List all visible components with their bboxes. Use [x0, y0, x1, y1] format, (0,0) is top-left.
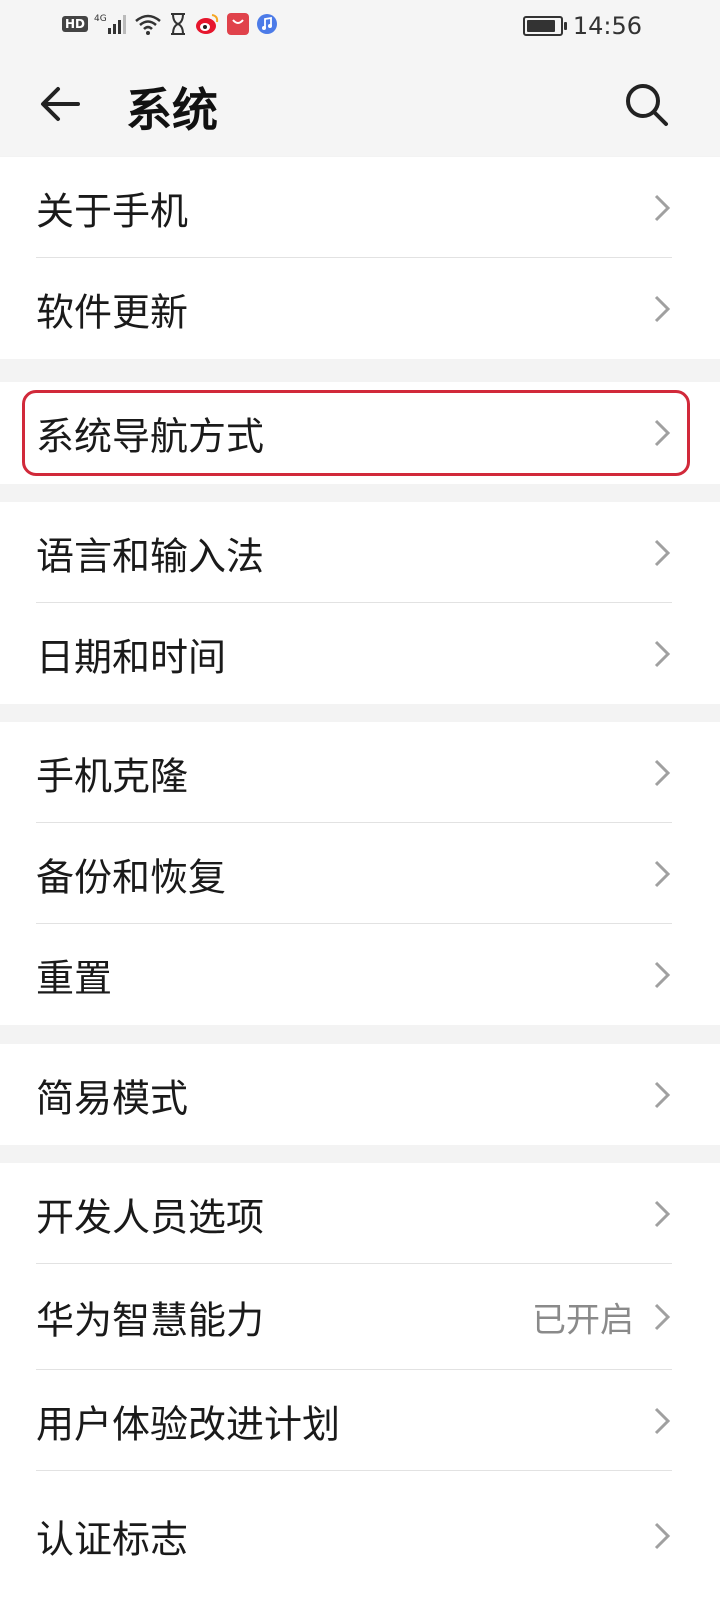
row-label: 认证标志: [36, 1517, 189, 1561]
4g-signal-icon: 4G: [94, 14, 127, 34]
settings-row-phone-clone[interactable]: 手机克隆: [0, 722, 720, 823]
settings-group-developer: 开发人员选项 华为智慧能力 已开启 用户体验改进计划 认证标志: [0, 1163, 720, 1600]
row-label: 系统导航方式: [36, 414, 265, 459]
app-header: 系统: [0, 52, 720, 156]
row-label: 关于手机: [36, 189, 189, 233]
row-label: 开发人员选项: [36, 1195, 265, 1239]
chevron-right-icon: [654, 1081, 671, 1108]
search-icon[interactable]: [622, 80, 670, 128]
chevron-right-icon: [654, 759, 671, 786]
status-icons-left: HD 4G: [62, 12, 278, 36]
weibo-icon: [196, 14, 219, 34]
settings-row-about-phone[interactable]: 关于手机: [0, 157, 720, 258]
row-label: 日期和时间: [36, 635, 227, 679]
settings-row-backup-restore[interactable]: 备份和恢复: [0, 823, 720, 924]
chevron-right-icon: [654, 1303, 671, 1331]
chevron-right-icon: [654, 640, 671, 667]
settings-row-user-experience[interactable]: 用户体验改进计划: [0, 1370, 720, 1471]
chevron-right-icon: [654, 539, 671, 566]
status-time: 14:56: [572, 12, 642, 40]
row-label: 用户体验改进计划: [36, 1402, 341, 1446]
back-arrow-icon[interactable]: [36, 80, 84, 128]
battery-level: [526, 20, 556, 32]
row-label: 软件更新: [36, 290, 189, 334]
row-label: 简易模式: [36, 1076, 189, 1120]
chevron-right-icon: [654, 419, 671, 447]
settings-group-language-time: 语言和输入法 日期和时间: [0, 502, 720, 704]
settings-row-language-input[interactable]: 语言和输入法: [0, 502, 720, 603]
settings-row-simple-mode[interactable]: 简易模式: [0, 1044, 720, 1145]
chevron-right-icon: [654, 961, 671, 988]
row-label: 语言和输入法: [36, 534, 265, 578]
hourglass-icon: [171, 13, 186, 35]
music-icon: [257, 14, 278, 34]
settings-group-navigation: 系统导航方式: [0, 382, 720, 484]
settings-row-certification[interactable]: 认证标志: [0, 1471, 720, 1600]
svg-text:4G: 4G: [94, 14, 107, 24]
status-icons-right: 14:56: [522, 12, 642, 40]
row-label: 备份和恢复: [36, 855, 227, 899]
chevron-right-icon: [654, 1200, 671, 1227]
settings-row-developer-options[interactable]: 开发人员选项: [0, 1163, 720, 1264]
settings-group-simple-mode: 简易模式: [0, 1044, 720, 1145]
settings-group-backup: 手机克隆 备份和恢复 重置: [0, 722, 720, 1025]
chevron-right-icon: [654, 295, 671, 322]
shop-icon: [227, 13, 250, 35]
row-label: 华为智慧能力: [36, 1298, 265, 1343]
hd-icon: HD: [62, 16, 89, 32]
row-label: 手机克隆: [36, 754, 189, 798]
row-label: 重置: [36, 956, 113, 1000]
row-status-value: 已开启: [532, 1300, 634, 1341]
settings-row-system-navigation[interactable]: 系统导航方式: [0, 382, 720, 484]
settings-row-date-time[interactable]: 日期和时间: [0, 603, 720, 704]
chevron-right-icon: [654, 194, 671, 221]
chevron-right-icon: [654, 860, 671, 887]
settings-row-reset[interactable]: 重置: [0, 924, 720, 1025]
chevron-right-icon: [654, 1407, 671, 1434]
settings-row-software-update[interactable]: 软件更新: [0, 258, 720, 359]
battery-icon: [522, 16, 567, 36]
status-bar: HD 4G 14:56: [0, 0, 720, 52]
settings-group-about: 关于手机 软件更新: [0, 157, 720, 359]
settings-row-huawei-intelligence[interactable]: 华为智慧能力 已开启: [0, 1264, 720, 1370]
wifi-icon: [135, 14, 161, 35]
chevron-right-icon: [654, 1522, 671, 1549]
page-title: 系统: [126, 83, 218, 137]
